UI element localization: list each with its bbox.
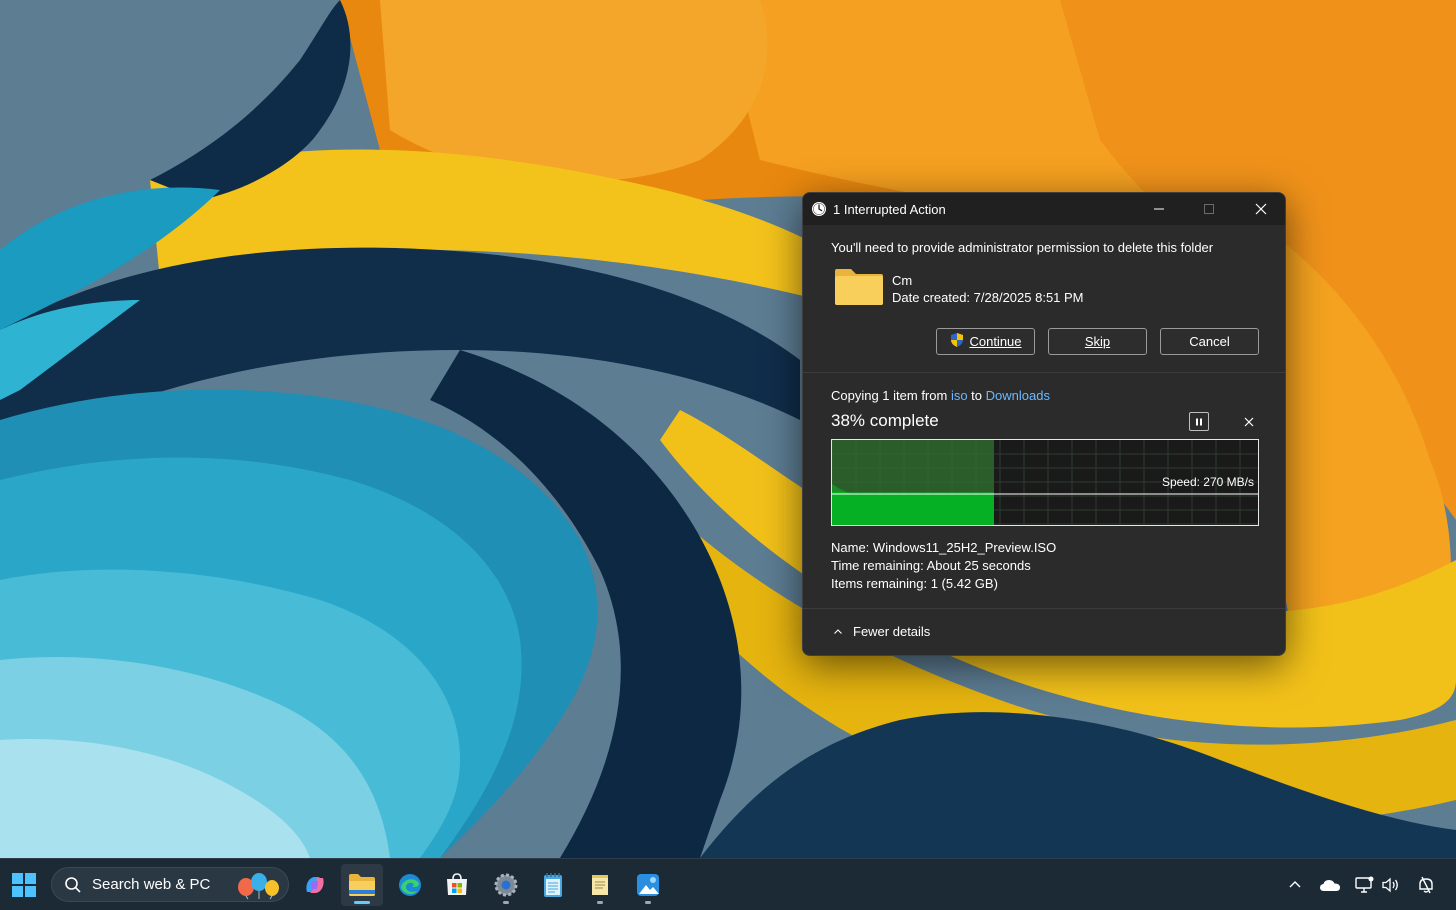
tray-notifications[interactable] [1413, 872, 1439, 898]
start-button[interactable] [3, 864, 45, 906]
photos-icon [637, 874, 659, 896]
file-operation-dialog: 1 Interrupted Action You'll need to prov… [802, 192, 1286, 656]
taskbar-notes[interactable] [579, 864, 621, 906]
tray-network[interactable] [1351, 872, 1377, 898]
pause-button[interactable] [1189, 412, 1209, 431]
edge-icon [399, 874, 421, 896]
running-indicator [645, 901, 651, 904]
skip-button[interactable]: Skip [1048, 328, 1147, 355]
balloons-icon [238, 872, 280, 899]
pause-icon [1196, 418, 1202, 425]
detail-name: Name: Windows11_25H2_Preview.ISO [831, 540, 1056, 555]
section-divider [803, 372, 1285, 373]
detail-items-remaining: Items remaining: 1 (5.42 GB) [831, 576, 998, 591]
minimize-icon [1154, 208, 1164, 210]
copilot-icon [306, 877, 324, 893]
taskbar-file-explorer[interactable] [341, 864, 383, 906]
uac-shield-icon [949, 332, 965, 351]
continue-button-label: Continue [969, 334, 1022, 349]
taskbar-search-box[interactable]: Search web & PC [51, 867, 289, 902]
taskbar: Search web & PC [0, 858, 1456, 910]
start-icon [12, 873, 36, 897]
taskbar-copilot[interactable] [294, 864, 336, 906]
destination-link[interactable]: Downloads [986, 388, 1050, 403]
continue-button[interactable]: Continue [936, 328, 1035, 355]
dialog-titlebar[interactable]: 1 Interrupted Action [803, 193, 1285, 225]
folder-date-created: Date created: 7/28/2025 8:51 PM [892, 290, 1084, 305]
skip-button-label: Skip [1084, 334, 1111, 349]
taskbar-edge[interactable] [389, 864, 431, 906]
close-icon [1255, 203, 1267, 215]
transfer-speed-graph: Speed: 270 MB/s [831, 439, 1259, 526]
folder-name: Cm [892, 273, 913, 288]
detail-time-value: About 25 seconds [926, 558, 1031, 573]
permission-message: You'll need to provide administrator per… [831, 240, 1214, 255]
tray-onedrive[interactable] [1317, 872, 1343, 898]
fewer-details-label: Fewer details [853, 624, 931, 639]
maximize-icon [1204, 204, 1214, 214]
taskbar-notepad[interactable] [532, 864, 574, 906]
volume-icon [1382, 877, 1398, 893]
settings-icon [494, 873, 518, 897]
search-icon [65, 876, 81, 893]
clock-icon [811, 201, 827, 217]
dialog-title: 1 Interrupted Action [833, 202, 946, 217]
running-indicator [597, 901, 603, 904]
microsoft-store-icon [447, 873, 467, 895]
cancel-button-label: Cancel [1189, 334, 1230, 349]
detail-items-label: Items remaining: [831, 576, 928, 591]
notepad-icon [544, 873, 562, 897]
close-icon [1244, 417, 1254, 427]
search-placeholder: Search web & PC [92, 876, 211, 893]
file-explorer-icon [349, 874, 375, 896]
close-button[interactable] [1237, 193, 1285, 225]
copy-prefix: Copying 1 item from [831, 388, 951, 403]
transfer-speed: Speed: 270 MB/s [1161, 475, 1254, 489]
cancel-button[interactable]: Cancel [1160, 328, 1259, 355]
show-hidden-icons-button[interactable] [1282, 872, 1308, 898]
notes-icon [592, 875, 608, 895]
copy-middle: to [967, 388, 986, 403]
chevron-up-icon [834, 628, 842, 634]
taskbar-settings[interactable] [485, 864, 527, 906]
detail-items-value: 1 (5.42 GB) [930, 576, 998, 591]
tray-volume[interactable] [1378, 872, 1404, 898]
notification-icon [1419, 876, 1433, 894]
percent-complete: 38% complete [831, 411, 939, 430]
folder-icon [833, 267, 885, 307]
copy-status: Copying 1 item from iso to Downloads [831, 388, 1050, 403]
onedrive-icon [1320, 880, 1340, 891]
chevron-up-icon [1289, 881, 1301, 888]
taskbar-photos[interactable] [627, 864, 669, 906]
network-icon [1355, 876, 1374, 893]
detail-name-label: Name: [831, 540, 870, 555]
minimize-button[interactable] [1135, 193, 1183, 225]
taskbar-microsoft-store[interactable] [436, 864, 478, 906]
active-indicator [354, 901, 370, 904]
maximize-button[interactable] [1185, 193, 1233, 225]
fewer-details-toggle[interactable]: Fewer details [833, 624, 930, 639]
detail-name-value: Windows11_25H2_Preview.ISO [872, 540, 1057, 555]
running-indicator [503, 901, 509, 904]
detail-time-label: Time remaining: [831, 558, 924, 573]
source-link[interactable]: iso [951, 388, 968, 403]
detail-time-remaining: Time remaining: About 25 seconds [831, 558, 1031, 573]
cancel-operation-button[interactable] [1239, 412, 1259, 432]
